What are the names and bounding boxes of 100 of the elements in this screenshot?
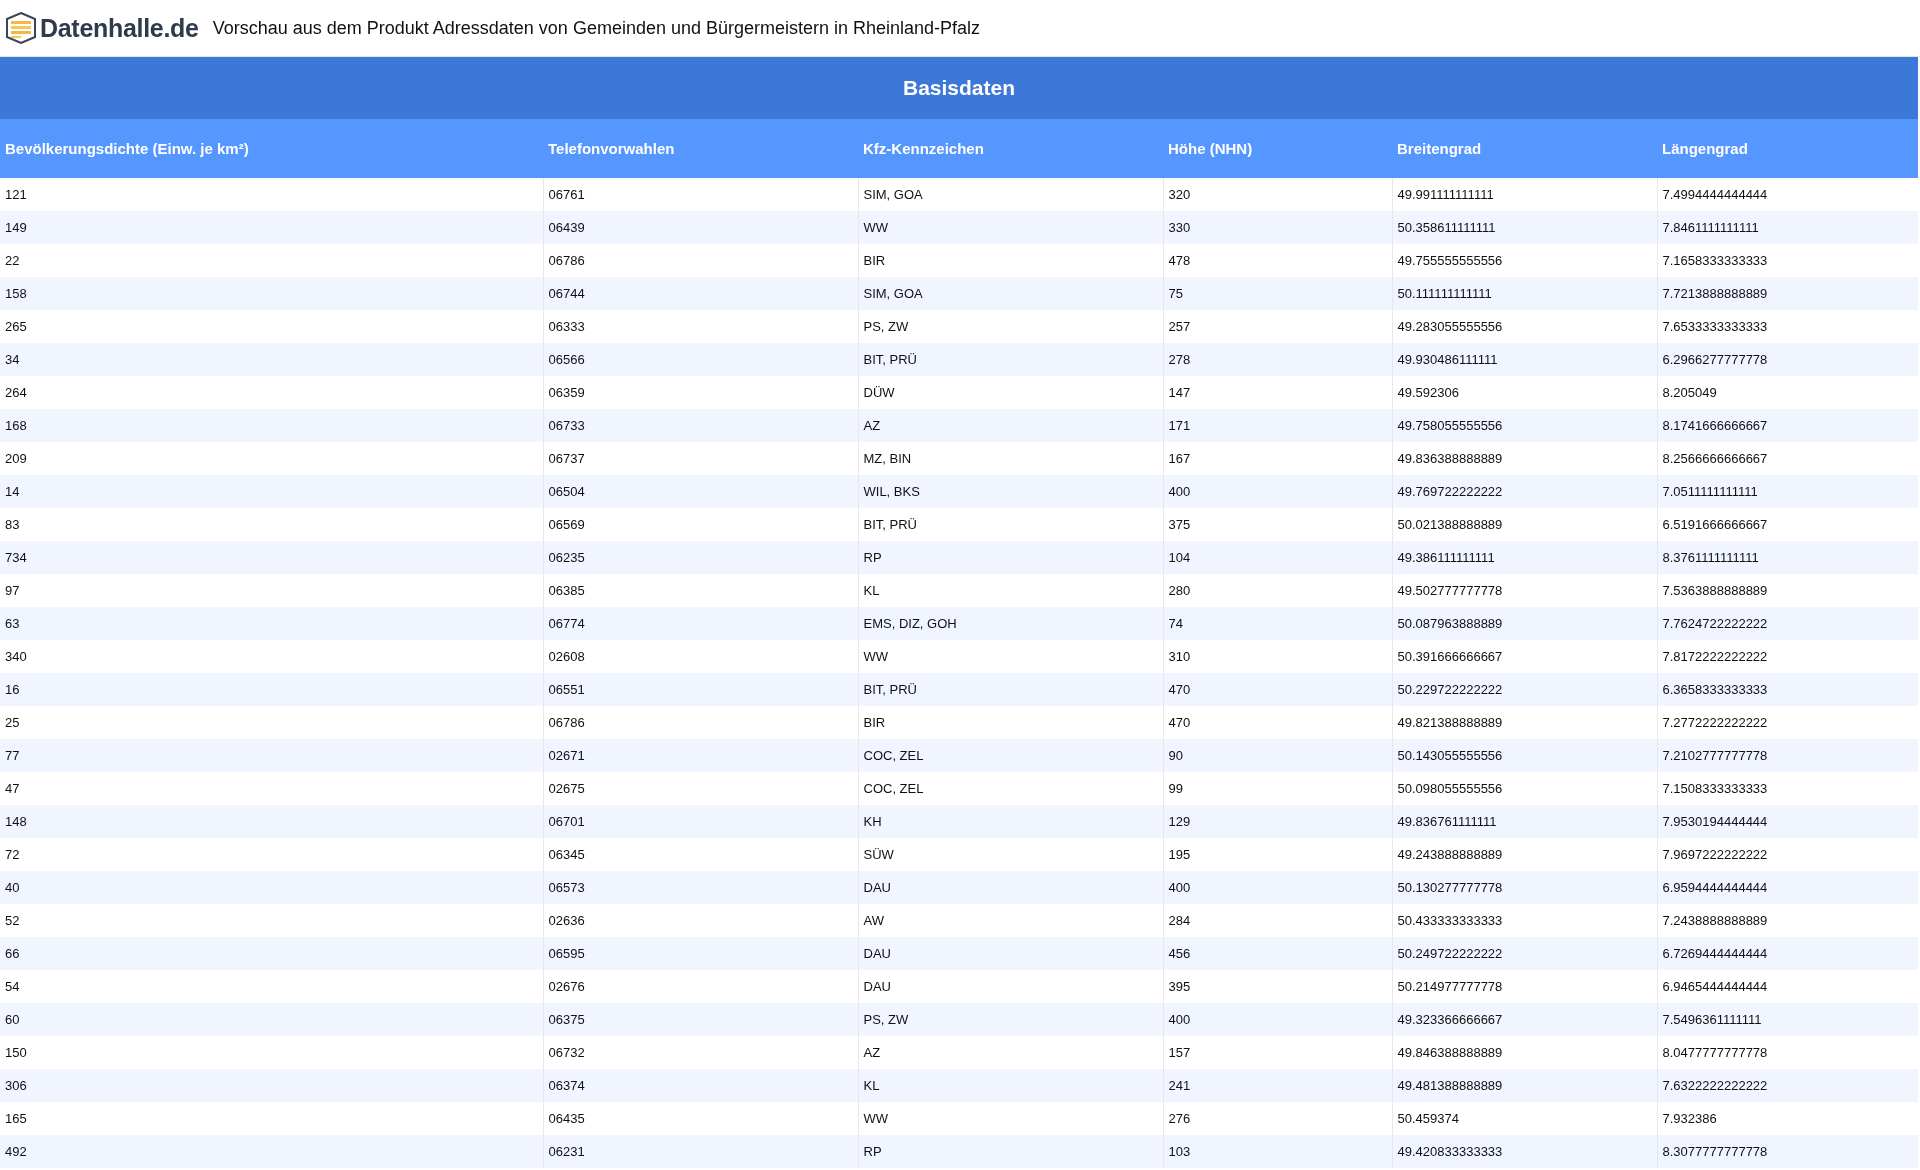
table-cell: 7.2102777777778 (1657, 739, 1919, 772)
table-cell: 6.9594444444444 (1657, 871, 1919, 904)
table-cell: 50.111111111111 (1392, 277, 1657, 310)
table-cell: COC, ZEL (858, 739, 1163, 772)
table-cell: 75 (1163, 277, 1392, 310)
table-cell: 25 (0, 706, 543, 739)
table-cell: 165 (0, 1102, 543, 1135)
table-cell: SIM, GOA (858, 277, 1163, 310)
table-cell: 129 (1163, 805, 1392, 838)
table-cell: 7.9530194444444 (1657, 805, 1919, 838)
table-cell: 06595 (543, 937, 858, 970)
table-cell: 06774 (543, 607, 858, 640)
table-cell: 241 (1163, 1069, 1392, 1102)
table-cell: RP (858, 541, 1163, 574)
table-cell: 6.2966277777778 (1657, 343, 1919, 376)
table-cell: 171 (1163, 409, 1392, 442)
table-cell: 50.087963888889 (1392, 607, 1657, 640)
table-cell: 456 (1163, 937, 1392, 970)
table-cell: 8.1741666666667 (1657, 409, 1919, 442)
table-cell: 7.6322222222222 (1657, 1069, 1919, 1102)
table-cell: 22 (0, 244, 543, 277)
table-cell: 50.358611111111 (1392, 211, 1657, 244)
table-cell: 49.386111111111 (1392, 541, 1657, 574)
table-cell: 74 (1163, 607, 1392, 640)
table-cell: 49.769722222222 (1392, 475, 1657, 508)
table-cell: 400 (1163, 871, 1392, 904)
table-cell: 6.3658333333333 (1657, 673, 1919, 706)
table-cell: 150 (0, 1036, 543, 1069)
table-cell: 49.930486111111 (1392, 343, 1657, 376)
table-cell: 50.143055555556 (1392, 739, 1657, 772)
table-cell: 54 (0, 970, 543, 1003)
table-cell: 8.3077777777778 (1657, 1135, 1919, 1168)
logo-text[interactable]: Datenhalle.de (40, 13, 199, 43)
table-cell: 16 (0, 673, 543, 706)
table-cell: RP (858, 1135, 1163, 1168)
table-cell: 6.7269444444444 (1657, 937, 1919, 970)
table-cell: 340 (0, 640, 543, 673)
table-cell: 400 (1163, 1003, 1392, 1036)
table-cell: 8.3761111111111 (1657, 541, 1919, 574)
table-cell: 40 (0, 871, 543, 904)
table-cell: 209 (0, 442, 543, 475)
logo-icon (6, 12, 36, 44)
table-cell: 121 (0, 178, 543, 211)
table-cell: 330 (1163, 211, 1392, 244)
table-cell: 49.836761111111 (1392, 805, 1657, 838)
table-cell: 278 (1163, 343, 1392, 376)
table-cell: 7.7624722222222 (1657, 607, 1919, 640)
group-header: Basisdaten (0, 57, 1919, 119)
table-cell: DAU (858, 937, 1163, 970)
table-cell: 168 (0, 409, 543, 442)
table-cell: WIL, BKS (858, 475, 1163, 508)
table-cell: 06439 (543, 211, 858, 244)
table-cell: 34 (0, 343, 543, 376)
table-cell: 148 (0, 805, 543, 838)
table-cell: 50.249722222222 (1392, 937, 1657, 970)
table-cell: 66 (0, 937, 543, 970)
table-cell: 06733 (543, 409, 858, 442)
table-cell: 149 (0, 211, 543, 244)
table-cell: 06504 (543, 475, 858, 508)
table-cell: 47 (0, 772, 543, 805)
table-cell: 49.481388888889 (1392, 1069, 1657, 1102)
table-cell: 265 (0, 310, 543, 343)
table-cell: WW (858, 211, 1163, 244)
table-cell: 400 (1163, 475, 1392, 508)
table-cell: 06374 (543, 1069, 858, 1102)
table-cell: 49.758055555556 (1392, 409, 1657, 442)
table-cell: 7.8461111111111 (1657, 211, 1919, 244)
column-header: Kfz-Kennzeichen (858, 119, 1163, 178)
table-cell: 7.0511111111111 (1657, 475, 1919, 508)
table-cell: KL (858, 1069, 1163, 1102)
column-header: Längengrad (1657, 119, 1919, 178)
table-cell: BIT, PRÜ (858, 673, 1163, 706)
table-cell: 06566 (543, 343, 858, 376)
table-cell: 104 (1163, 541, 1392, 574)
table-cell: 06573 (543, 871, 858, 904)
table-cell: 49.323366666667 (1392, 1003, 1657, 1036)
column-header: Höhe (NHN) (1163, 119, 1392, 178)
table-cell: 83 (0, 508, 543, 541)
table-cell: 90 (1163, 739, 1392, 772)
table-cell: 02671 (543, 739, 858, 772)
table-cell: 77 (0, 739, 543, 772)
table-cell: 470 (1163, 673, 1392, 706)
column-header: Breitengrad (1392, 119, 1657, 178)
table-cell: 97 (0, 574, 543, 607)
table-cell: 06375 (543, 1003, 858, 1036)
table-cell: EMS, DIZ, GOH (858, 607, 1163, 640)
table-cell: 264 (0, 376, 543, 409)
table-cell: 06231 (543, 1135, 858, 1168)
table-cell: AZ (858, 409, 1163, 442)
table-cell: 158 (0, 277, 543, 310)
table-cell: 492 (0, 1135, 543, 1168)
table-cell: 14 (0, 475, 543, 508)
table-cell: BIT, PRÜ (858, 343, 1163, 376)
table-cell: 50.130277777778 (1392, 871, 1657, 904)
column-header: Bevölkerungsdichte (Einw. je km²) (0, 119, 543, 178)
table-cell: 734 (0, 541, 543, 574)
table-cell: 49.420833333333 (1392, 1135, 1657, 1168)
table-cell: 306 (0, 1069, 543, 1102)
table-cell: 06744 (543, 277, 858, 310)
table-cell: 06235 (543, 541, 858, 574)
